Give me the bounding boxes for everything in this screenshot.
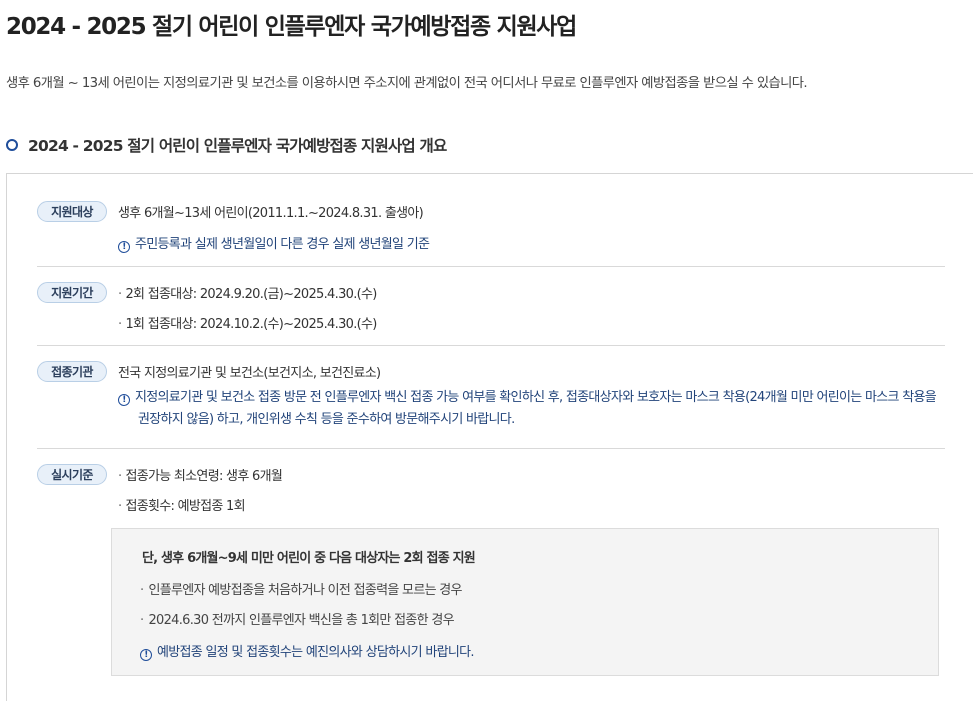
two-dose-item-1: 인플루엔자 예방접종을 처음하거나 이전 접종력을 모르는 경우 (140, 579, 462, 598)
row-target: 지원대상 생후 6개월~13세 어린이(2011.1.1.~2024.8.31.… (37, 201, 945, 267)
section-title: 2024 - 2025 절기 어린이 인플루엔자 국가예방접종 지원사업 개요 (6, 134, 447, 156)
row-criteria: 실시기준 접종가능 최소연령: 생후 6개월 접종횟수: 예방접종 1회 (37, 464, 945, 524)
criteria-line-2: 접종횟수: 예방접종 1회 (118, 495, 245, 514)
row-institution: 접종기관 전국 지정의료기관 및 보건소(보건지소, 보건진료소) ! 지정의료기… (37, 361, 945, 449)
label-target: 지원대상 (37, 201, 107, 222)
label-period: 지원기간 (37, 282, 107, 303)
institution-notice-text-1: 지정의료기관 및 보건소 접종 방문 전 인플루엔자 백신 접종 가능 여부를 … (135, 390, 937, 405)
period-line-2: 1회 접종대상: 2024.10.2.(수)~2025.4.30.(수) (118, 313, 377, 332)
label-institution: 접종기관 (37, 361, 107, 382)
target-notice: ! 주민등록과 실제 생년월일이 다른 경우 실제 생년월일 기준 (118, 233, 430, 253)
info-circle-icon: ! (140, 649, 152, 661)
circle-bullet-icon (6, 139, 18, 151)
institution-notice: ! 지정의료기관 및 보건소 접종 방문 전 인플루엔자 백신 접종 가능 여부를… (118, 387, 948, 431)
institution-notice-text-2: 권장하지 않음) 하고, 개인위생 수칙 등을 준수하여 방문해주시기 바랍니다… (138, 412, 515, 427)
info-circle-icon: ! (118, 394, 130, 406)
institution-line-1: 전국 지정의료기관 및 보건소(보건지소, 보건진료소) (118, 366, 381, 381)
criteria-line-1: 접종가능 최소연령: 생후 6개월 (118, 465, 282, 484)
row-period: 지원기간 2회 접종대상: 2024.9.20.(금)~2025.4.30.(수… (37, 282, 945, 346)
page-title: 2024 - 2025 절기 어린이 인플루엔자 국가예방접종 지원사업 (6, 14, 577, 40)
two-dose-notice: ! 예방접종 일정 및 접종횟수는 예진의사와 상담하시기 바랍니다. (140, 641, 474, 661)
two-dose-item-2: 2024.6.30 전까지 인플루엔자 백신을 총 1회만 접종한 경우 (140, 609, 454, 628)
target-notice-text: 주민등록과 실제 생년월일이 다른 경우 실제 생년월일 기준 (135, 237, 430, 252)
period-line-1: 2회 접종대상: 2024.9.20.(금)~2025.4.30.(수) (118, 283, 377, 302)
two-dose-info-box: 단, 생후 6개월~9세 미만 어린이 중 다음 대상자는 2회 접종 지원 인… (111, 528, 939, 676)
two-dose-title: 단, 생후 6개월~9세 미만 어린이 중 다음 대상자는 2회 접종 지원 (142, 551, 476, 566)
label-criteria: 실시기준 (37, 464, 107, 485)
two-dose-notice-text: 예방접종 일정 및 접종횟수는 예진의사와 상담하시기 바랍니다. (157, 645, 474, 660)
intro-text: 생후 6개월 ~ 13세 어린이는 지정의료기관 및 보건소를 이용하시면 주소… (6, 76, 808, 91)
section-title-text: 2024 - 2025 절기 어린이 인플루엔자 국가예방접종 지원사업 개요 (28, 137, 447, 155)
info-circle-icon: ! (118, 241, 130, 253)
target-line-1: 생후 6개월~13세 어린이(2011.1.1.~2024.8.31. 출생아) (118, 206, 424, 221)
